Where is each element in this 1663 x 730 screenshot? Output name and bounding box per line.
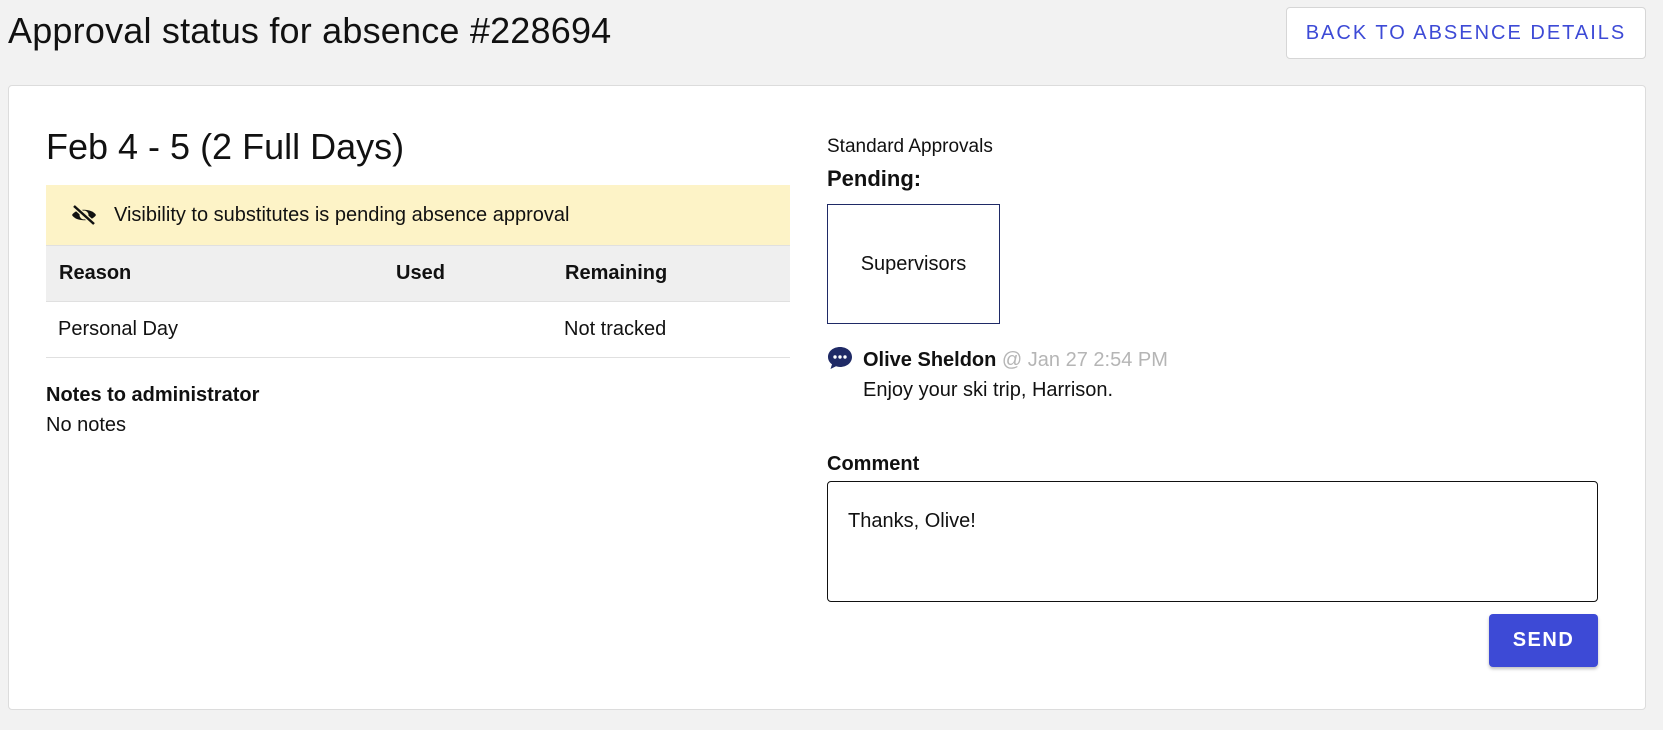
comment-author: Olive Sheldon: [863, 349, 997, 371]
visibility-banner: Visibility to substitutes is pending abs…: [46, 185, 790, 245]
notes-value: No notes: [46, 414, 127, 436]
visibility-notice-text: Visibility to substitutes is pending abs…: [114, 203, 570, 226]
approver-supervisors: Supervisors: [827, 204, 1000, 324]
cell-reason: Personal Day: [46, 301, 383, 358]
table-header-row: Reason Used Remaining: [46, 245, 790, 302]
table-row: Personal Day Not tracked: [46, 301, 790, 358]
eye-off-icon: [70, 203, 100, 227]
approvals-title: Standard Approvals: [827, 136, 993, 157]
comment-label: Comment: [827, 453, 920, 475]
pending-label: Pending:: [827, 166, 922, 191]
back-to-absence-details-button[interactable]: BACK TO ABSENCE DETAILS: [1286, 7, 1646, 59]
send-button[interactable]: SEND: [1489, 614, 1598, 667]
comment-author-line: Olive Sheldon @ Jan 27 2:54 PM: [863, 349, 1168, 372]
column-header-reason: Reason: [46, 245, 383, 302]
absence-date-range: Feb 4 - 5 (2 Full Days): [46, 126, 405, 167]
approver-label: Supervisors: [860, 252, 967, 275]
comment-input[interactable]: Thanks, Olive!: [827, 481, 1598, 602]
cell-remaining: Not tracked: [552, 301, 790, 358]
notes-label: Notes to administrator: [46, 384, 260, 406]
page-title: Approval status for absence #228694: [8, 10, 612, 51]
approval-card: Feb 4 - 5 (2 Full Days) Visibility to su…: [8, 85, 1646, 710]
column-header-remaining: Remaining: [552, 245, 790, 302]
comment-timestamp: @ Jan 27 2:54 PM: [1001, 349, 1168, 371]
chat-bubble-icon: [827, 346, 853, 370]
absence-usage-table: Reason Used Remaining Personal Day Not t…: [46, 245, 790, 358]
cell-used: [383, 301, 552, 358]
comment-text: Enjoy your ski trip, Harrison.: [863, 379, 1114, 401]
column-header-used: Used: [383, 245, 552, 302]
